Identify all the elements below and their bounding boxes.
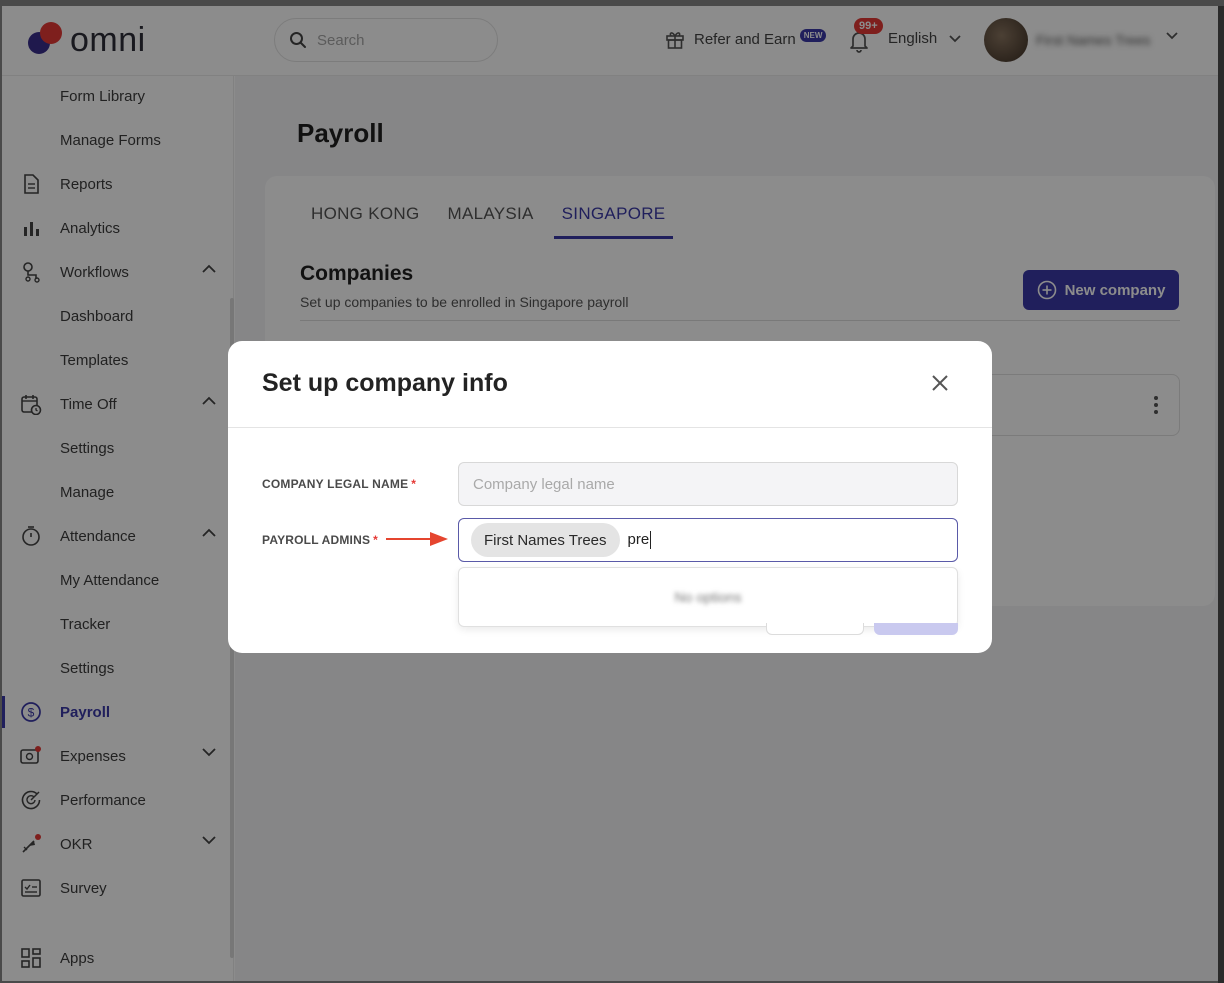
company-legal-name-label: COMPANY LEGAL NAME * [262, 477, 416, 491]
payroll-admins-input[interactable]: First Names Trees pre [458, 518, 958, 562]
arrow-annotation-icon [386, 532, 448, 546]
admin-options-dropdown: No options [458, 567, 958, 627]
text-caret [650, 531, 652, 550]
modal-divider [228, 427, 992, 428]
payroll-admins-label: PAYROLL ADMINS * [262, 533, 378, 547]
admin-chip[interactable]: First Names Trees [471, 523, 620, 557]
modal-title: Set up company info [262, 369, 508, 397]
cancel-button[interactable] [766, 623, 864, 635]
label-text: COMPANY LEGAL NAME [262, 477, 409, 491]
required-mark: * [373, 533, 379, 547]
setup-company-modal: Set up company info COMPANY LEGAL NAME * … [228, 341, 992, 653]
save-button[interactable] [874, 623, 958, 635]
close-icon[interactable] [928, 371, 952, 395]
typed-text: pre [627, 530, 650, 548]
required-mark: * [411, 477, 417, 491]
window-edge [1218, 6, 1224, 983]
admin-search-text[interactable]: pre [627, 530, 652, 550]
no-options-message: No options [674, 589, 742, 605]
label-text: PAYROLL ADMINS [262, 533, 371, 547]
company-legal-name-input[interactable] [458, 462, 958, 506]
